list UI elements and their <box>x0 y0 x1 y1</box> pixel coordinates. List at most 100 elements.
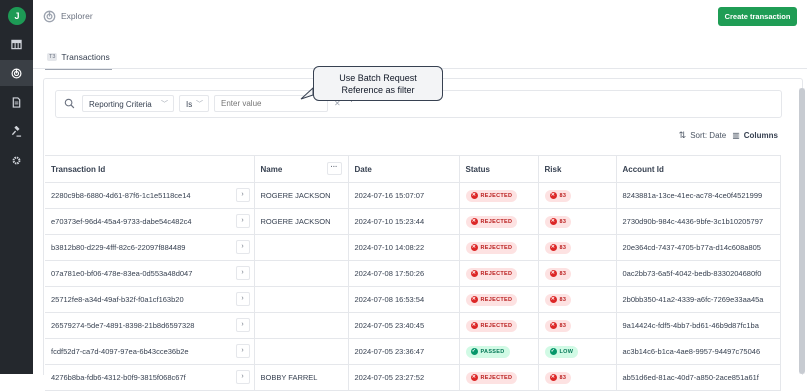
risk-label: 83 <box>559 192 567 199</box>
risk-label: 83 <box>559 374 567 381</box>
table-row[interactable]: 2280c9b8-6880-4d61-87f6-1c1e5118ce14 › ROG… <box>45 182 781 209</box>
table-row[interactable]: e70373ef-96d4-45a4-9733-dabe54c482c4 › ROG… <box>45 208 781 235</box>
close-icon: ✕ <box>549 270 557 278</box>
close-icon: ✕ <box>549 218 557 226</box>
table-row[interactable]: 26579274-5de7-4891-8398-21b8d6597328 › 202… <box>45 312 781 339</box>
gear-icon <box>12 156 21 164</box>
column-header-risk[interactable]: Risk <box>538 155 617 183</box>
risk-badge: ✕ 83 <box>544 241 572 254</box>
risk-label: 83 <box>559 322 567 329</box>
transaction-id-cell[interactable]: e70373ef-96d4-45a4-9733-dabe54c482c4 › <box>45 208 255 235</box>
sidebar-item-settings[interactable] <box>0 147 33 173</box>
transaction-id: 25712fe8-a34d-49af-b32f-f0a1cf163b20 <box>51 295 184 304</box>
status-label: REJECTED <box>480 192 513 199</box>
document-icon <box>12 96 21 108</box>
status-cell: ✕ REJECTED <box>459 260 539 287</box>
sidebar-item-explorer[interactable] <box>0 60 33 86</box>
sidebar-item-reports[interactable] <box>0 89 33 115</box>
risk-badge: ✕ 83 <box>544 267 572 280</box>
account-id-cell: 2730d90b-984c-4436-9bfe-3c1b10205797 <box>616 208 781 235</box>
sort-button[interactable]: Sort: Date <box>690 131 726 140</box>
date-cell: 2024-07-05 23:27:52 <box>348 364 460 391</box>
risk-cell: ✓ LOW <box>538 338 617 365</box>
sidebar-item-dashboard[interactable] <box>0 31 33 57</box>
open-row-button[interactable]: › <box>235 370 250 384</box>
open-row-button[interactable]: › <box>235 344 250 358</box>
date-cell: 2024-07-05 23:40:45 <box>348 312 460 339</box>
risk-cell: ✕ 83 <box>538 286 617 313</box>
open-row-button[interactable]: › <box>235 188 250 202</box>
transaction-id-cell[interactable]: 07a781e0-bf06-478e-83ea-0d553a48d047 › <box>45 260 255 287</box>
transaction-id-cell[interactable]: b3812b80-d229-4fff-82c6-22097f884489 › <box>45 234 255 261</box>
column-header-account-id[interactable]: Account Id <box>616 155 781 183</box>
open-row-button[interactable]: › <box>235 214 250 228</box>
close-icon: ✕ <box>549 322 557 330</box>
close-icon: ✕ <box>470 374 478 382</box>
create-transaction-button[interactable]: Create transaction <box>718 7 797 26</box>
open-row-button[interactable]: › <box>235 318 250 332</box>
open-row-button[interactable]: › <box>235 240 250 254</box>
filter-field-select[interactable]: Reporting Criteria ﹀ <box>82 95 174 112</box>
filter-field-label: Reporting Criteria <box>89 100 152 109</box>
transaction-id: fcdf52d7-ca7d-4097-97ea-6b43cce36b2e <box>51 347 189 356</box>
account-id-cell: 9a14424c-fdf5-4bb7-bd61-46b9d87fc1ba <box>616 312 781 339</box>
date-cell: 2024-07-10 14:08:22 <box>348 234 460 261</box>
column-header-status[interactable]: Status <box>459 155 539 183</box>
risk-badge: ✕ 83 <box>544 189 572 202</box>
table-row[interactable]: 4276b8ba-fdb6-4312-b0f9-3815f068c67f › BOB… <box>45 364 781 391</box>
transactions-table: Transaction Id Name ··· Date Status Risk… <box>45 155 781 391</box>
tab-label: Transactions <box>61 52 110 62</box>
column-header-name-label: Name <box>260 164 283 174</box>
transaction-id-cell[interactable]: 26579274-5de7-4891-8398-21b8d6597328 › <box>45 312 255 339</box>
chevron-down-icon: ﹀ <box>196 101 203 108</box>
table-header-row: Transaction Id Name ··· Date Status Risk… <box>45 155 781 183</box>
close-icon: ✕ <box>470 192 478 200</box>
close-icon: ✕ <box>549 244 557 252</box>
table-row[interactable]: 07a781e0-bf06-478e-83ea-0d553a48d047 › 202… <box>45 260 781 287</box>
name-cell <box>254 260 349 287</box>
scrollbar-thumb[interactable] <box>799 88 805 374</box>
column-header-name[interactable]: Name ··· <box>254 155 349 183</box>
risk-badge: ✕ 83 <box>544 319 572 332</box>
transaction-id: 07a781e0-bf06-478e-83ea-0d553a48d047 <box>51 269 193 278</box>
column-header-transaction-id[interactable]: Transaction Id <box>45 155 255 183</box>
transaction-id-cell[interactable]: 2280c9b8-6880-4d61-87f6-1c1e5118ce14 › <box>45 182 255 209</box>
table-row[interactable]: 25712fe8-a34d-49af-b32f-f0a1cf163b20 › 202… <box>45 286 781 313</box>
risk-cell: ✕ 83 <box>538 364 617 391</box>
status-cell: ✕ REJECTED <box>459 364 539 391</box>
date-cell: 2024-07-08 16:53:54 <box>348 286 460 313</box>
transaction-id-cell[interactable]: 25712fe8-a34d-49af-b32f-f0a1cf163b20 › <box>45 286 255 313</box>
date-cell: 2024-07-05 23:36:47 <box>348 338 460 365</box>
column-header-date[interactable]: Date <box>348 155 460 183</box>
columns-button[interactable]: Columns <box>744 131 778 140</box>
status-cell: ✓ PASSED <box>459 338 539 365</box>
table-row[interactable]: fcdf52d7-ca7d-4097-97ea-6b43cce36b2e › 202… <box>45 338 781 365</box>
table-row[interactable]: b3812b80-d229-4fff-82c6-22097f884489 › 202… <box>45 234 781 261</box>
open-row-button[interactable]: › <box>235 292 250 306</box>
check-icon: ✓ <box>470 348 478 356</box>
sidebar-item-rules[interactable] <box>0 118 33 144</box>
status-label: REJECTED <box>480 322 513 329</box>
tooltip-line-1: Use Batch Request <box>339 73 417 83</box>
account-id-cell: 8243881a-13ce-41ec-ac78-4ce0f4521999 <box>616 182 781 209</box>
close-icon: ✕ <box>470 218 478 226</box>
open-row-button[interactable]: › <box>235 266 250 280</box>
status-badge: ✕ REJECTED <box>465 267 518 280</box>
status-cell: ✕ REJECTED <box>459 208 539 235</box>
account-id-cell: ac3b14c6-b1ca-4ae8-9957-94497c75046 <box>616 338 781 365</box>
app-logo[interactable]: J <box>8 7 26 25</box>
close-icon: ✕ <box>470 270 478 278</box>
status-badge: ✓ PASSED <box>465 345 510 358</box>
scrollbar[interactable] <box>799 88 805 374</box>
risk-label: LOW <box>559 348 574 355</box>
transaction-id-cell[interactable]: 4276b8ba-fdb6-4312-b0f9-3815f068c67f › <box>45 364 255 391</box>
filter-operator-select[interactable]: Is ﹀ <box>179 95 209 112</box>
column-menu-button[interactable]: ··· <box>326 162 342 175</box>
account-id-cell: 0ac2bb73-6a5f-4042-bedb-8330204680f0 <box>616 260 781 287</box>
status-cell: ✕ REJECTED <box>459 234 539 261</box>
close-icon: ✕ <box>470 296 478 304</box>
transaction-id: 4276b8ba-fdb6-4312-b0f9-3815f068c67f <box>51 373 186 382</box>
transaction-id-cell[interactable]: fcdf52d7-ca7d-4097-97ea-6b43cce36b2e › <box>45 338 255 365</box>
tab-transactions[interactable]: T3 Transactions <box>45 46 112 70</box>
chevron-down-icon: ﹀ <box>161 101 168 108</box>
